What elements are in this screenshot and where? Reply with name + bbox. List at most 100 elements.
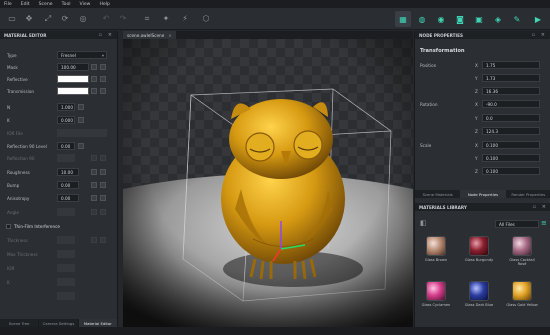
k-label: K bbox=[7, 117, 10, 123]
mask-texture-icon[interactable] bbox=[100, 64, 106, 70]
tab-material-editor[interactable]: Material Editor bbox=[78, 319, 118, 327]
bump-texture-icon[interactable] bbox=[100, 182, 106, 188]
angle-field[interactable] bbox=[57, 208, 75, 216]
aniso-field[interactable]: 0.00 bbox=[57, 194, 79, 202]
tab-scene-tree[interactable]: Scene Tree bbox=[0, 319, 40, 327]
roughness-field[interactable]: 10.00 bbox=[57, 168, 79, 176]
render-icon[interactable]: ⚡ bbox=[179, 13, 191, 25]
rotation-x-field[interactable]: -90.0 bbox=[482, 100, 540, 108]
globe-alt-icon[interactable]: ◉ bbox=[433, 11, 449, 27]
library-filter-select[interactable]: All Files bbox=[495, 220, 539, 228]
ior-file-field[interactable] bbox=[57, 129, 107, 137]
type-select[interactable]: Fresnel ▾ bbox=[57, 51, 107, 59]
close-icon[interactable]: × bbox=[168, 33, 172, 38]
edit-icon[interactable]: ✎ bbox=[509, 11, 525, 27]
globe-icon[interactable]: ◍ bbox=[414, 11, 430, 27]
thickness-field[interactable] bbox=[57, 236, 75, 244]
library-list-icon[interactable]: ≡ bbox=[541, 219, 547, 227]
menu-help[interactable]: Help bbox=[99, 2, 109, 7]
menu-file[interactable]: File bbox=[4, 2, 12, 7]
roughness-spin-icon[interactable] bbox=[91, 169, 97, 175]
panel-window-controls-icon[interactable]: ▫ × bbox=[532, 32, 547, 38]
refl90-label: Reflection 90 bbox=[7, 155, 35, 161]
redo-icon[interactable]: ↷ bbox=[117, 13, 129, 25]
cube-icon[interactable]: ⬡ bbox=[200, 13, 212, 25]
transmission-spin-icon[interactable] bbox=[91, 88, 97, 94]
menu-scene[interactable]: Scene bbox=[39, 2, 53, 7]
reflective-texture-icon[interactable] bbox=[100, 76, 106, 82]
folder-icon[interactable]: ▭ bbox=[6, 13, 18, 25]
position-z-field[interactable]: 16.36 bbox=[482, 87, 540, 95]
layout-icon[interactable]: ▦ bbox=[395, 11, 411, 27]
thickness-texture-icon[interactable] bbox=[100, 237, 106, 243]
material-item[interactable]: Glass Cocktail Rosé bbox=[505, 236, 539, 272]
angle-texture-icon[interactable] bbox=[100, 209, 106, 215]
reflective-spin-icon[interactable] bbox=[91, 76, 97, 82]
refl-level-spin-icon[interactable] bbox=[78, 143, 84, 149]
menu-view[interactable]: View bbox=[80, 2, 91, 7]
tab-node-properties[interactable]: Node Properties bbox=[460, 190, 506, 198]
k-field[interactable]: 0.000 bbox=[57, 116, 75, 124]
refl90-spin-icon[interactable] bbox=[91, 155, 97, 161]
scale-x-field[interactable]: 0.100 bbox=[482, 141, 540, 149]
refl90-texture-icon[interactable] bbox=[100, 155, 106, 161]
rotate-icon[interactable]: ⟳ bbox=[59, 13, 71, 25]
scale-z-field[interactable]: 0.100 bbox=[482, 167, 540, 175]
menu-tool[interactable]: Tool bbox=[62, 2, 71, 7]
material-item[interactable]: Glass Gold Yellow bbox=[505, 281, 539, 317]
picture-icon[interactable]: ▣ bbox=[471, 11, 487, 27]
n-field[interactable]: 1.000 bbox=[57, 103, 75, 111]
bump-field[interactable]: 0.00 bbox=[57, 181, 79, 189]
bump-spin-icon[interactable] bbox=[91, 182, 97, 188]
tab-camera-settings[interactable]: Camera Settings bbox=[39, 319, 79, 327]
k-spin-icon[interactable] bbox=[78, 117, 84, 123]
rotation-z-field[interactable]: 124.3 bbox=[482, 127, 540, 135]
n-spin-icon[interactable] bbox=[78, 104, 84, 110]
material-name: Glass Gold Yellow bbox=[506, 303, 538, 307]
position-y-field[interactable]: 1.73 bbox=[482, 74, 540, 82]
globe-pin-icon[interactable]: ◈ bbox=[490, 11, 506, 27]
k2-field[interactable] bbox=[57, 278, 75, 286]
lighting-icon[interactable]: ✦ bbox=[160, 13, 172, 25]
aniso-texture-icon[interactable] bbox=[100, 195, 106, 201]
render-view-icon[interactable]: ▶ bbox=[530, 11, 546, 27]
ior-field[interactable] bbox=[57, 264, 75, 272]
extra-field[interactable] bbox=[57, 292, 75, 300]
aniso-spin-icon[interactable] bbox=[91, 195, 97, 201]
camera-icon[interactable]: ◙ bbox=[452, 11, 468, 27]
frame-icon[interactable]: ⌗ bbox=[141, 13, 153, 25]
mask-field[interactable]: 100.00 bbox=[57, 63, 89, 71]
material-item[interactable]: Glass Burgundy bbox=[462, 236, 496, 272]
material-item[interactable]: Glass Brown bbox=[419, 236, 453, 272]
library-back-icon[interactable]: ◧ bbox=[420, 219, 427, 227]
refl90-row: Reflection 90 bbox=[0, 153, 118, 163]
view-icon[interactable]: ◎ bbox=[77, 13, 89, 25]
material-item[interactable]: Glass Cyclamen bbox=[419, 281, 453, 317]
thin-film-checkbox[interactable] bbox=[6, 224, 11, 229]
tab-scene-file[interactable]: scene.owlelScene × bbox=[123, 31, 176, 39]
transmission-texture-icon[interactable] bbox=[100, 88, 106, 94]
render-canvas[interactable] bbox=[123, 39, 413, 327]
tab-scene-materials[interactable]: Scene Materials bbox=[415, 190, 460, 198]
transmission-color-swatch[interactable] bbox=[57, 87, 89, 95]
thickness-spin-icon[interactable] bbox=[91, 237, 97, 243]
max-thickness-field[interactable] bbox=[57, 250, 75, 258]
library-filter-value: All Files bbox=[499, 221, 515, 227]
move-icon[interactable]: ✥ bbox=[23, 13, 35, 25]
roughness-texture-icon[interactable] bbox=[100, 169, 106, 175]
tab-render-properties[interactable]: Render Properties bbox=[506, 190, 550, 198]
undo-icon[interactable]: ↶ bbox=[100, 13, 112, 25]
mask-spin-icon[interactable] bbox=[91, 64, 97, 70]
scale-icon[interactable]: ⤢ bbox=[42, 13, 54, 25]
rotation-y-field[interactable]: 0.0 bbox=[482, 114, 540, 122]
angle-spin-icon[interactable] bbox=[91, 209, 97, 215]
refl90-field[interactable] bbox=[57, 154, 75, 162]
reflective-color-swatch[interactable] bbox=[57, 75, 89, 83]
panel-window-controls-icon[interactable]: ▫ × bbox=[99, 32, 114, 38]
refl-level-field[interactable]: 0.00 bbox=[57, 142, 75, 150]
material-item[interactable]: Glass Dark Blue bbox=[462, 281, 496, 317]
panel-window-controls-icon[interactable]: ▫ × bbox=[533, 204, 548, 210]
position-x-field[interactable]: 1.75 bbox=[482, 61, 540, 69]
menu-edit[interactable]: Edit bbox=[21, 2, 30, 7]
scale-y-field[interactable]: 0.100 bbox=[482, 154, 540, 162]
